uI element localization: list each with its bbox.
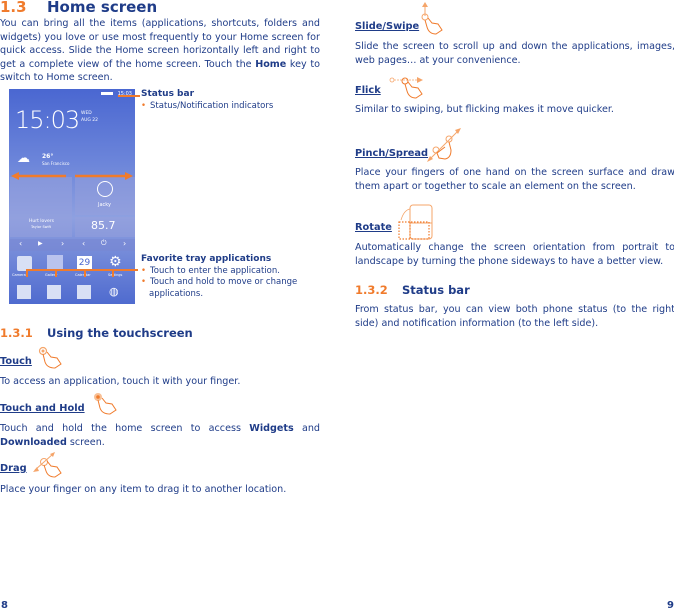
gesture-desc-rotate: Automatically change the screen orientat… bbox=[355, 242, 674, 267]
settings-app-icon[interactable]: ⚙ bbox=[109, 254, 122, 270]
browser-icon[interactable]: ◍ bbox=[109, 285, 119, 298]
contacts-icon[interactable] bbox=[47, 285, 61, 299]
page-number-left: 8 bbox=[1, 600, 8, 611]
swipe-arrows-icon bbox=[11, 172, 133, 180]
desc-text: and bbox=[293, 423, 320, 434]
calendar-app-icon[interactable]: 29 bbox=[77, 256, 92, 270]
gesture-term-pinch-spread: Pinch/Spread bbox=[355, 148, 429, 159]
subsection-heading: 1.3.2 Status bar bbox=[355, 283, 470, 297]
gesture-term-flick: Flick bbox=[355, 85, 381, 96]
tray-callout-tick bbox=[26, 269, 28, 277]
desc-text: Touch and hold the home screen to access bbox=[0, 423, 250, 434]
home-key-label: Home bbox=[255, 58, 287, 70]
right-page: Slide/Swipe Slide the screen to scroll u… bbox=[355, 0, 674, 614]
status-bar-callout: Status bar • Status/Notification indicato… bbox=[141, 89, 273, 112]
callout-bullet: • Touch and hold to move or change applic… bbox=[141, 277, 298, 299]
favorite-tray-callout: Favorite tray applications • Touch to ent… bbox=[141, 254, 316, 300]
section-title: Home screen bbox=[47, 0, 158, 16]
touch-gesture-icon bbox=[38, 346, 62, 369]
subsection-number: 1.3.1 bbox=[0, 326, 33, 340]
subsection-heading: 1.3.1 Using the touchscreen bbox=[0, 326, 193, 340]
media-controls bbox=[10, 239, 135, 251]
contact-avatar-icon bbox=[97, 181, 113, 197]
gesture-term-touch-and-hold: Touch and Hold bbox=[0, 403, 85, 414]
callout-bullet: • Touch to enter the application. bbox=[141, 265, 280, 276]
left-page: 1.3 Home screen You can bring all the ite… bbox=[0, 0, 320, 614]
touch-hold-gesture-icon bbox=[94, 393, 117, 415]
callout-bullet-text: Touch to enter the application. bbox=[150, 265, 280, 276]
gesture-term-drag: Drag bbox=[0, 463, 27, 474]
status-icons bbox=[101, 92, 113, 95]
contact-name: Jacky bbox=[98, 202, 111, 208]
prev-icon[interactable]: ‹ bbox=[19, 239, 22, 248]
app-label-settings: Settings bbox=[108, 273, 123, 277]
radio-prev-icon[interactable]: ‹ bbox=[82, 239, 85, 248]
gesture-desc-drag: Place your finger on any item to drag it… bbox=[0, 484, 287, 495]
song-title: Hurt lovers bbox=[29, 219, 54, 224]
desc-text: screen. bbox=[66, 436, 105, 448]
callout-title: Favorite tray applications bbox=[141, 254, 272, 264]
gesture-desc-touch-and-hold: Touch and hold the home screen to access… bbox=[0, 422, 320, 449]
phone-icon[interactable] bbox=[17, 285, 31, 299]
weather-cloud-icon: ☁ bbox=[17, 151, 30, 166]
pinch-gesture-icon bbox=[427, 128, 461, 162]
clock-date: AUG 22 bbox=[81, 118, 99, 123]
messaging-icon[interactable] bbox=[77, 285, 91, 299]
clock-day: WED bbox=[81, 111, 92, 116]
tray-callout-line bbox=[26, 269, 138, 271]
song-artist: Taylor Swift bbox=[31, 225, 52, 229]
status-bar-description: From status bar, you can view both phone… bbox=[355, 304, 674, 329]
gesture-term-touch: Touch bbox=[0, 356, 32, 367]
gesture-desc-slide-swipe: Slide the screen to scroll up and down t… bbox=[355, 41, 674, 66]
callout-title: Status bar bbox=[141, 89, 195, 99]
widgets-label: Widgets bbox=[249, 423, 294, 434]
drag-gesture-icon bbox=[33, 452, 62, 478]
app-label-calendar: Calendar bbox=[75, 273, 91, 277]
gesture-term-slide-swipe: Slide/Swipe bbox=[355, 21, 420, 32]
flick-gesture-icon bbox=[389, 77, 423, 99]
downloaded-label: Downloaded bbox=[0, 436, 67, 448]
play-icon[interactable]: ▶ bbox=[38, 240, 43, 247]
subsection-number: 1.3.2 bbox=[355, 283, 388, 297]
gesture-desc-pinch-spread: Place your fingers of one hand on the sc… bbox=[355, 167, 674, 192]
next-icon[interactable]: › bbox=[61, 239, 64, 248]
app-label-camera: Camera bbox=[12, 273, 26, 277]
radio-frequency: 85.7 bbox=[91, 219, 116, 232]
tray-callout-tick bbox=[112, 269, 114, 277]
section-number: 1.3 bbox=[0, 0, 27, 16]
gesture-desc-flick: Similar to swiping, but flicking makes i… bbox=[355, 104, 614, 115]
tray-callout-tick bbox=[55, 269, 57, 277]
power-icon[interactable]: ⏻ bbox=[101, 239, 107, 248]
subsection-title: Status bar bbox=[402, 283, 470, 297]
callout-bullet-text: Touch and hold to move or change applica… bbox=[149, 277, 298, 299]
weather-city: San Francisco bbox=[42, 161, 70, 166]
intro-paragraph: You can bring all the items (application… bbox=[0, 17, 320, 85]
section-heading: 1.3 Home screen bbox=[0, 0, 157, 16]
weather-temperature: 26° bbox=[42, 153, 54, 160]
callout-bullet-text: Status/Notification indicators bbox=[150, 100, 274, 111]
gesture-desc-touch: To access an application, touch it with … bbox=[0, 376, 241, 387]
gesture-term-rotate: Rotate bbox=[355, 222, 392, 233]
rotate-gesture-icon bbox=[398, 204, 433, 240]
page-number-right: 9 bbox=[667, 600, 674, 611]
callout-bullet: • Status/Notification indicators bbox=[141, 100, 274, 111]
tray-callout-tick bbox=[84, 269, 86, 277]
status-bar-callout-line bbox=[118, 95, 140, 97]
clock-time: 15:03 bbox=[15, 106, 80, 134]
swipe-gesture-icon bbox=[421, 2, 443, 35]
home-screen-screenshot: 15:03 15:03 WED AUG 22 ☁ 26° San Francis… bbox=[9, 89, 135, 304]
subsection-title: Using the touchscreen bbox=[47, 326, 193, 340]
radio-next-icon[interactable]: › bbox=[123, 239, 126, 248]
